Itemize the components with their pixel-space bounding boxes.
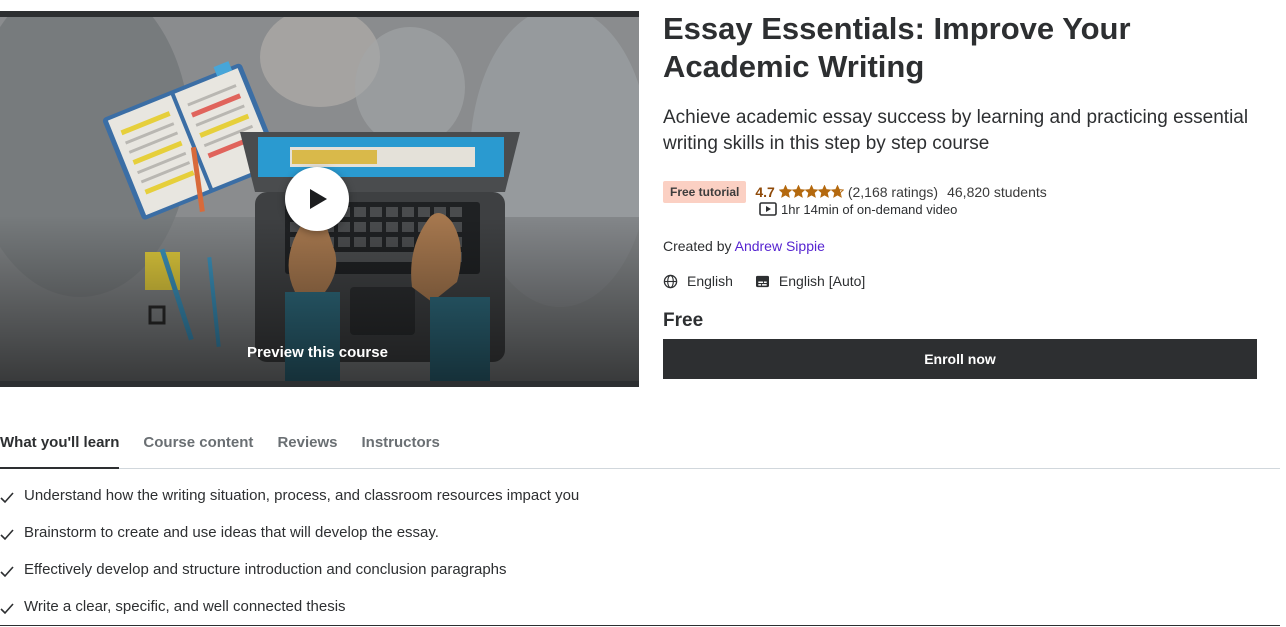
course-tabs: What you'll learn Course content Reviews… xyxy=(0,422,1280,469)
checkmark-icon xyxy=(0,559,24,585)
language-row: English English [Auto] xyxy=(663,273,887,289)
captions-label: English [Auto] xyxy=(778,273,866,289)
language-item: English xyxy=(663,273,733,289)
star-icon xyxy=(817,185,831,198)
learn-item-text: Effectively develop and structure introd… xyxy=(24,561,507,578)
language-label: English xyxy=(687,273,733,289)
play-icon xyxy=(310,189,327,209)
course-title: Essay Essentials: Improve Your Academic … xyxy=(663,11,1131,84)
course-subtitle: Achieve academic essay success by learni… xyxy=(663,107,1249,154)
list-item: Brainstorm to create and use ideas that … xyxy=(0,522,600,548)
ratings-count[interactable]: (2,168 ratings) xyxy=(848,184,938,200)
checkmark-icon xyxy=(0,596,24,622)
students-count: 46,820 students xyxy=(947,183,1047,200)
learn-item-text: Write a clear, specific, and well connec… xyxy=(24,598,346,615)
course-preview[interactable]: Preview this course xyxy=(0,11,639,387)
star-icon xyxy=(830,185,844,198)
video-length-row: 1hr 14min of on-demand video xyxy=(759,201,957,217)
play-button[interactable] xyxy=(285,167,349,231)
learn-item-text: Brainstorm to create and use ideas that … xyxy=(24,524,439,541)
rating-number: 4.7 xyxy=(755,183,775,200)
preview-label[interactable]: Preview this course xyxy=(0,344,635,361)
video-length: 1hr 14min of on-demand video xyxy=(781,201,958,217)
star-icon xyxy=(791,185,805,198)
star-rating xyxy=(778,185,844,198)
course-price: Free xyxy=(663,310,704,331)
instructor-link[interactable]: Andrew Sippie xyxy=(735,238,825,254)
tab-what-youll-learn[interactable]: What you'll learn xyxy=(0,422,120,469)
captions-item: English [Auto] xyxy=(755,273,865,289)
tab-instructors[interactable]: Instructors xyxy=(361,422,439,469)
star-icon xyxy=(804,185,818,198)
learn-list: Understand how the writing situation, pr… xyxy=(0,485,600,627)
tab-course-content[interactable]: Course content xyxy=(143,422,253,469)
created-by-label: Created by xyxy=(663,238,732,254)
divider xyxy=(0,625,1280,626)
course-meta: Free tutorial 4.7 (2,168 ratings) 46,820… xyxy=(663,180,1047,203)
star-icon xyxy=(778,185,792,198)
checkmark-icon xyxy=(0,485,24,511)
list-item: Understand how the writing situation, pr… xyxy=(0,485,600,511)
learn-item-text: Understand how the writing situation, pr… xyxy=(24,487,580,504)
captions-icon xyxy=(755,275,769,287)
free-tutorial-badge: Free tutorial xyxy=(663,180,747,203)
list-item: Effectively develop and structure introd… xyxy=(0,559,600,585)
list-item: Write a clear, specific, and well connec… xyxy=(0,596,600,622)
checkmark-icon xyxy=(0,522,24,548)
created-by: Created by Andrew Sippie xyxy=(663,238,825,254)
globe-icon xyxy=(663,274,678,288)
tab-reviews[interactable]: Reviews xyxy=(277,422,337,469)
enroll-button[interactable]: Enroll now xyxy=(663,339,1257,379)
video-icon xyxy=(759,202,777,216)
